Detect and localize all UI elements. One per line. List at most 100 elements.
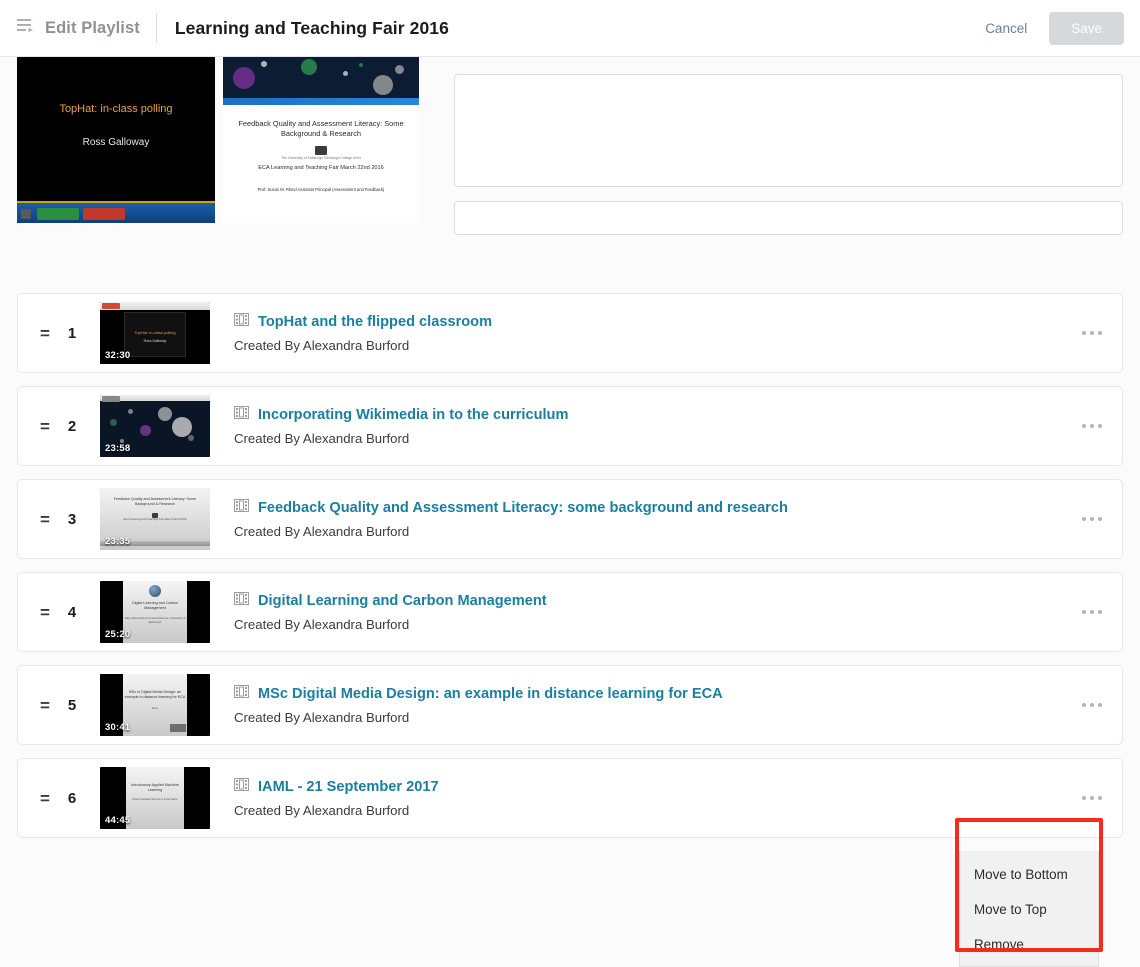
- video-thumbnail[interactable]: TopHat: in-class polling Ross Galloway 3…: [100, 302, 210, 364]
- table-row[interactable]: = 2 23:58: [17, 386, 1123, 466]
- row-title-link[interactable]: IAML - 21 September 2017: [258, 779, 439, 795]
- thumb-line2: Ross Galloway: [125, 339, 185, 343]
- preview-taskbar: [17, 201, 215, 223]
- preview-tophat-line1: TopHat: in-class polling: [17, 103, 215, 115]
- row-index: 2: [58, 418, 86, 435]
- film-strip-icon: [234, 592, 249, 610]
- row-index: 4: [58, 604, 86, 621]
- playlist-edit-panel: TopHat: in-class polling Ross Galloway: [0, 57, 1140, 247]
- row-body: Incorporating Wikimedia in to the curric…: [234, 406, 1108, 446]
- duration-badge: 23:35: [105, 536, 130, 547]
- thumb-line1: Introductory Applied Machine Learning: [129, 783, 182, 793]
- header-divider: [156, 13, 157, 43]
- row-title-link[interactable]: MSc Digital Media Design: an example in …: [258, 686, 723, 702]
- playlist-fields: [427, 57, 1123, 247]
- table-row[interactable]: = 4 Digital Learning and Carbon Manageme…: [17, 572, 1123, 652]
- edit-playlist-label: Edit Playlist: [45, 19, 140, 38]
- header-actions: Cancel Save: [975, 0, 1124, 57]
- video-thumbnail[interactable]: MSc in Digital Media Design: an example …: [100, 674, 210, 736]
- thumb-line1: Digital Learning and Carbon Management: [124, 601, 186, 611]
- video-thumbnail[interactable]: Feedback Quality and Assessment Literacy…: [100, 488, 210, 550]
- preview-feedback-author: Prof. Susan M. Rhind Assistant Principal…: [223, 187, 419, 193]
- duration-badge: 23:58: [105, 443, 130, 454]
- table-row[interactable]: = 6 Introductory Applied Machine Learnin…: [17, 758, 1123, 838]
- row-overflow-menu-button[interactable]: [1076, 602, 1108, 622]
- preview-feedback-title: Feedback Quality and Assessment Literacy…: [223, 119, 419, 139]
- preview-thumbnail-tophat: TopHat: in-class polling Ross Galloway: [17, 57, 215, 223]
- table-row[interactable]: = 5 MSc in Digital Media Design: an exam…: [17, 665, 1123, 745]
- row-created-by: Created By Alexandra Burford: [234, 338, 1108, 353]
- row-overflow-menu-button[interactable]: [1076, 323, 1108, 343]
- drag-handle[interactable]: =: [32, 604, 58, 621]
- film-strip-icon: [234, 685, 249, 703]
- row-created-by: Created By Alexandra Burford: [234, 431, 1108, 446]
- video-thumbnail[interactable]: Digital Learning and Carbon Management D…: [100, 581, 210, 643]
- thumb-line1: TopHat: in-class polling: [125, 330, 185, 335]
- thumb-line2: Dave Rhea School of GeoSciences, Univers…: [124, 617, 186, 625]
- playlist-items-list: = 1 TopHat: in-class polling Ross Gallow…: [0, 247, 1140, 838]
- row-index: 1: [58, 325, 86, 342]
- row-body: MSc Digital Media Design: an example in …: [234, 685, 1108, 725]
- duration-badge: 44:45: [105, 815, 130, 826]
- playlist-description-input[interactable]: [454, 74, 1123, 187]
- row-index: 6: [58, 790, 86, 807]
- playlist-icon: [17, 18, 36, 38]
- row-title-link[interactable]: TopHat and the flipped classroom: [258, 314, 492, 330]
- film-strip-icon: [234, 778, 249, 796]
- table-row[interactable]: = 3 Feedback Quality and Assessment Lite…: [17, 479, 1123, 559]
- row-overflow-menu-button[interactable]: [1076, 695, 1108, 715]
- row-overflow-menu-button[interactable]: [1076, 788, 1108, 808]
- row-title-link[interactable]: Incorporating Wikimedia in to the curric…: [258, 407, 568, 423]
- preview-thumbnail-feedback: Feedback Quality and Assessment Literacy…: [223, 57, 419, 223]
- drag-handle[interactable]: =: [32, 418, 58, 435]
- row-body: Feedback Quality and Assessment Literacy…: [234, 499, 1108, 539]
- thumb-line2: ECA Learning and Teaching Fair March 22n…: [109, 518, 201, 522]
- row-body: TopHat and the flipped classroom Created…: [234, 313, 1108, 353]
- edit-playlist-button[interactable]: Edit Playlist: [17, 18, 156, 38]
- thumb-line2: Nigel Goddard School of Informatics: [129, 798, 182, 802]
- save-button[interactable]: Save: [1049, 12, 1124, 45]
- playlist-tags-input[interactable]: [454, 201, 1123, 235]
- menu-item-move-to-top[interactable]: Move to Top: [960, 892, 1098, 927]
- row-title-link[interactable]: Digital Learning and Carbon Management: [258, 593, 547, 609]
- drag-handle[interactable]: =: [32, 697, 58, 714]
- row-body: Digital Learning and Carbon Management C…: [234, 592, 1108, 632]
- row-index: 5: [58, 697, 86, 714]
- thumb-line1: MSc in Digital Media Design: an example …: [124, 690, 186, 700]
- row-overflow-menu-button[interactable]: [1076, 509, 1108, 529]
- university-logo-icon: [315, 146, 327, 155]
- row-index: 3: [58, 511, 86, 528]
- table-row[interactable]: = 1 TopHat: in-class polling Ross Gallow…: [17, 293, 1123, 373]
- duration-badge: 32:30: [105, 350, 130, 361]
- film-strip-icon: [234, 406, 249, 424]
- row-created-by: Created By Alexandra Burford: [234, 617, 1108, 632]
- film-strip-icon: [234, 313, 249, 331]
- menu-item-remove[interactable]: Remove: [960, 927, 1098, 962]
- film-strip-icon: [234, 499, 249, 517]
- row-title-link[interactable]: Feedback Quality and Assessment Literacy…: [258, 500, 788, 516]
- video-thumbnail[interactable]: Introductory Applied Machine Learning Ni…: [100, 767, 210, 829]
- page-header: Edit Playlist Learning and Teaching Fair…: [0, 0, 1140, 57]
- row-overflow-dropdown-menu[interactable]: Move to Bottom Move to Top Remove: [959, 851, 1099, 967]
- drag-handle[interactable]: =: [32, 790, 58, 807]
- page-title: Learning and Teaching Fair 2016: [175, 18, 449, 39]
- preview-tophat-line2: Ross Galloway: [17, 137, 215, 148]
- menu-item-move-to-bottom[interactable]: Move to Bottom: [960, 857, 1098, 892]
- preview-feedback-subtitle: ECA Learning and Teaching Fair March 22n…: [223, 165, 419, 173]
- preview-feedback-logotext: The University of Edinburgh Edinburgh Co…: [223, 156, 419, 160]
- row-created-by: Created By Alexandra Burford: [234, 710, 1108, 725]
- thumb-line2: ECA: [124, 707, 186, 711]
- cancel-button[interactable]: Cancel: [975, 13, 1037, 44]
- duration-badge: 25:20: [105, 629, 130, 640]
- row-created-by: Created By Alexandra Burford: [234, 803, 1108, 818]
- playlist-preview-thumbnails: TopHat: in-class polling Ross Galloway: [17, 57, 427, 247]
- row-body: IAML - 21 September 2017 Created By Alex…: [234, 778, 1108, 818]
- preview-bubbles-banner: [223, 57, 419, 105]
- row-overflow-menu-button[interactable]: [1076, 416, 1108, 436]
- duration-badge: 30:41: [105, 722, 130, 733]
- drag-handle[interactable]: =: [32, 325, 58, 342]
- thumb-line1: Feedback Quality and Assessment Literacy…: [109, 497, 201, 507]
- row-created-by: Created By Alexandra Burford: [234, 524, 1108, 539]
- video-thumbnail[interactable]: 23:58: [100, 395, 210, 457]
- drag-handle[interactable]: =: [32, 511, 58, 528]
